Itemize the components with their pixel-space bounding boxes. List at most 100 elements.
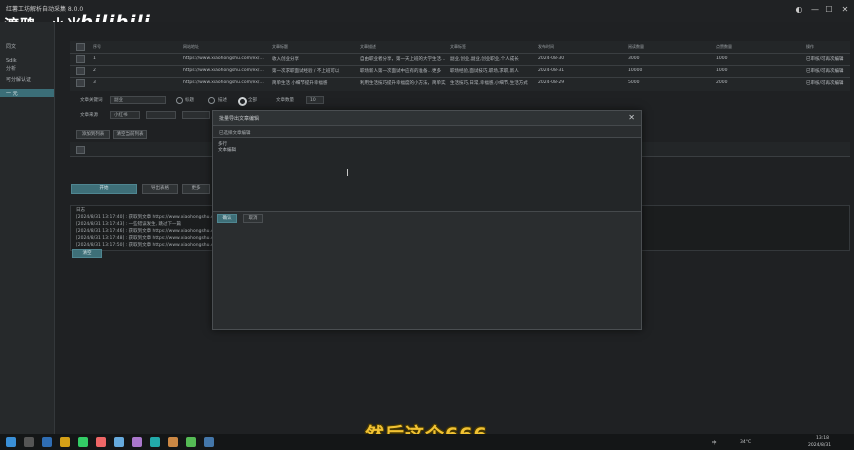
radio-title[interactable] bbox=[176, 97, 183, 104]
cell-url[interactable]: https://www.xiaohongshu.com/ex/… bbox=[183, 68, 267, 73]
app-icon[interactable] bbox=[132, 437, 142, 447]
cell-title: 简单生活 小细节提升幸福感 bbox=[272, 81, 328, 86]
log-line: [2024/8/31 13:17:46] : 获取到文章 https://www… bbox=[76, 229, 227, 234]
app-icon[interactable] bbox=[204, 437, 214, 447]
sidebar-item-3[interactable]: 分析 bbox=[6, 65, 50, 74]
col-header-likes: 点赞数量 bbox=[716, 44, 732, 49]
cell-tags: 生活技巧,日常,幸福感,小细节,生活方式 bbox=[450, 81, 528, 86]
col-header-date: 发布时间 bbox=[538, 44, 554, 49]
edge-browser-icon[interactable] bbox=[42, 437, 52, 447]
radio-all[interactable] bbox=[238, 97, 247, 106]
source-select[interactable]: 小红书 bbox=[110, 111, 140, 119]
theme-toggle-icon[interactable]: ◐ bbox=[792, 4, 806, 16]
row-checkbox[interactable] bbox=[76, 67, 85, 75]
radio-desc[interactable] bbox=[208, 97, 215, 104]
maximize-button[interactable]: ☐ bbox=[822, 4, 836, 16]
app-title: 红薯工坊解析自动采集 8.0.0 bbox=[6, 6, 84, 13]
radio-title-label: 标题 bbox=[185, 98, 194, 103]
col-header-reads: 阅读数量 bbox=[628, 44, 644, 49]
log-line: [2024/8/31 13:17:40] : 获取到文章 https://www… bbox=[76, 215, 227, 220]
text-cursor-icon bbox=[347, 169, 348, 176]
dialog-subtitle: 已选择文章编辑 bbox=[219, 131, 251, 136]
cell-title: 收入创业分享 bbox=[272, 57, 299, 62]
cell-op[interactable]: 已审核/可再次编辑 bbox=[806, 80, 850, 86]
search-icon[interactable] bbox=[24, 437, 34, 447]
cell-date: 2024-08-31 bbox=[538, 68, 565, 73]
cell-tags: 副业,创业,副业,创业职业,个人成长 bbox=[450, 57, 519, 62]
col-header-tags: 文章标签 bbox=[450, 44, 466, 49]
cell-no: 1 bbox=[93, 56, 96, 61]
count-label: 文章数量 bbox=[276, 98, 294, 103]
radio-desc-label: 描述 bbox=[218, 98, 227, 103]
option-field[interactable] bbox=[146, 111, 176, 119]
col-header-url: 网站地址 bbox=[183, 44, 199, 49]
app-icon[interactable] bbox=[78, 437, 88, 447]
file-explorer-icon[interactable] bbox=[60, 437, 70, 447]
dialog-text-line: 文本编辑 bbox=[218, 148, 236, 153]
row-checkbox[interactable] bbox=[76, 79, 85, 87]
select-all-checkbox[interactable] bbox=[76, 43, 85, 51]
col-header-title: 文章标题 bbox=[272, 44, 288, 49]
dialog-close-icon[interactable]: ✕ bbox=[628, 113, 635, 122]
export-button[interactable]: 导出表格 bbox=[142, 184, 178, 194]
ime-indicator[interactable]: 中 bbox=[712, 440, 717, 446]
cell-date: 2024-08-29 bbox=[538, 80, 565, 85]
log-title: 日志 bbox=[76, 208, 85, 213]
source-label: 文章来源 bbox=[80, 113, 98, 118]
cell-reads: 10000 bbox=[628, 68, 643, 73]
cell-date: 2024-08-30 bbox=[538, 56, 565, 61]
add-to-list-button[interactable]: 添加到列表 bbox=[76, 130, 110, 139]
clock-time[interactable]: 13:18 bbox=[816, 436, 829, 441]
batch-edit-dialog: 批量导出文章编辑 ✕ 已选择文章编辑 多行 文本编辑 确认 取消 bbox=[212, 110, 642, 330]
more-button[interactable]: 更多 bbox=[182, 184, 210, 194]
cell-no: 2 bbox=[93, 68, 96, 73]
option-field-2[interactable] bbox=[182, 111, 210, 119]
col-header-desc: 文章描述 bbox=[360, 44, 376, 49]
sidebar-item-1[interactable]: 同文 bbox=[6, 43, 50, 52]
cell-likes: 1000 bbox=[716, 56, 728, 61]
cell-likes: 2000 bbox=[716, 80, 728, 85]
log-line: [2024/8/31 13:17:43] : 一些错误发生, 跳过下一篇 bbox=[76, 222, 181, 227]
start-button[interactable]: 开始 bbox=[71, 184, 137, 194]
cell-url[interactable]: https://www.xiaohongshu.com/ex/… bbox=[183, 80, 267, 85]
row-checkbox[interactable] bbox=[76, 55, 85, 63]
keyword-input[interactable]: 副业 bbox=[110, 96, 166, 104]
sidebar-item-4[interactable]: 可分解认证 bbox=[6, 76, 50, 85]
app-icon[interactable] bbox=[96, 437, 106, 447]
cell-reads: 3000 bbox=[628, 56, 640, 61]
cell-tags: 职场经验,面试技巧,职场,求职,新人 bbox=[450, 69, 519, 74]
weather-temp[interactable]: 34°C bbox=[740, 440, 751, 445]
cell-op[interactable]: 已审核/可再次编辑 bbox=[806, 56, 850, 62]
cell-desc: 利用生活技巧提升幸福度的小方法，简单实用… bbox=[360, 81, 446, 86]
cell-op[interactable]: 已审核/可再次编辑 bbox=[806, 68, 850, 74]
cell-desc: 自由职业者分享，第一天上班的大学生活… bbox=[360, 57, 446, 62]
close-button[interactable]: ✕ bbox=[838, 4, 852, 16]
sidebar-item-5[interactable]: 一 元 bbox=[6, 90, 50, 99]
dialog-ok-button[interactable]: 确认 bbox=[217, 214, 237, 223]
cell-reads: 5000 bbox=[628, 80, 640, 85]
app-icon[interactable] bbox=[114, 437, 124, 447]
taskbar bbox=[0, 434, 854, 450]
cell-desc: 职场新人第一次面试中应有的准备…更多 bbox=[360, 69, 441, 74]
start-menu-icon[interactable] bbox=[6, 437, 16, 447]
cell-title: 第一次求职面试经验 / 不上班可以 bbox=[272, 69, 340, 74]
log-line: [2024/8/31 13:17:48] : 获取到文章 https://www… bbox=[76, 236, 227, 241]
col-header-op: 操作 bbox=[806, 44, 814, 49]
cell-no: 3 bbox=[93, 80, 96, 85]
cell-url[interactable]: https://www.xiaohongshu.com/ex/… bbox=[183, 56, 267, 61]
clear-log-button[interactable]: 清空 bbox=[72, 249, 102, 258]
app-icon[interactable] bbox=[168, 437, 178, 447]
result-select-all-checkbox[interactable] bbox=[76, 146, 85, 154]
count-input[interactable]: 10 bbox=[306, 96, 324, 104]
dialog-textarea[interactable] bbox=[213, 137, 641, 212]
minimize-button[interactable]: — bbox=[808, 4, 822, 16]
clock-date[interactable]: 2024/8/31 bbox=[808, 443, 831, 448]
keyword-label: 文章关键词 bbox=[80, 98, 103, 103]
app-icon[interactable] bbox=[150, 437, 160, 447]
clear-list-button[interactable]: 清空当前列表 bbox=[113, 130, 147, 139]
dialog-title: 批量导出文章编辑 bbox=[219, 116, 260, 122]
app-icon[interactable] bbox=[186, 437, 196, 447]
dialog-cancel-button[interactable]: 取消 bbox=[243, 214, 263, 223]
dialog-header bbox=[213, 111, 641, 126]
col-header-no: 序号 bbox=[93, 44, 101, 49]
